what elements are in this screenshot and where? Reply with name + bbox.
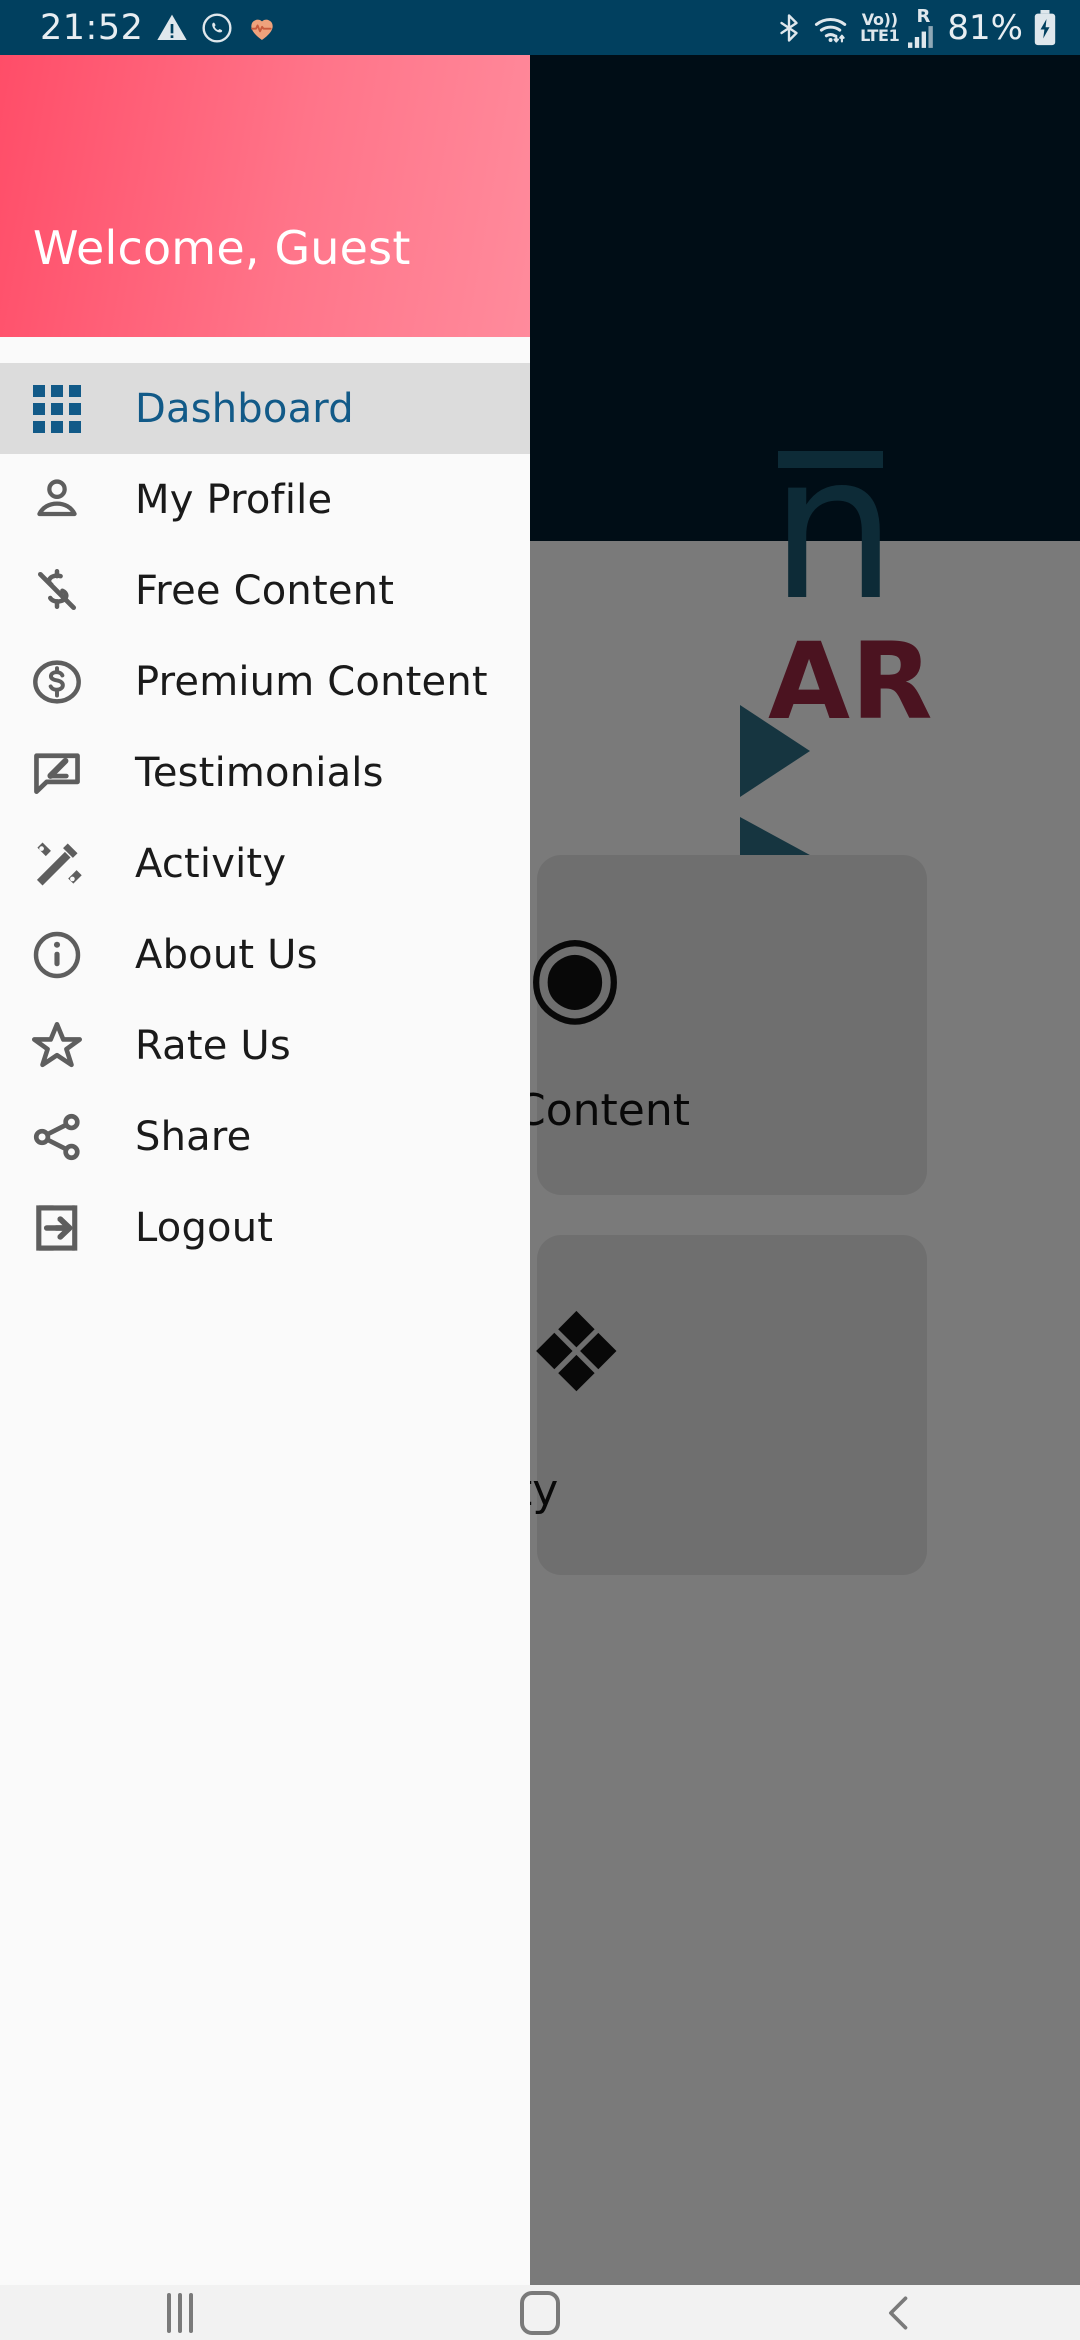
menu-item-label: Premium Content [135,658,488,705]
volte-icon: Vo)) LTE1 [860,11,900,45]
money-off-icon [27,561,87,621]
menu-item-premium-content[interactable]: Premium Content [0,636,530,727]
recent-apps-button[interactable] [0,2285,360,2340]
menu-item-label: Activity [135,840,287,887]
back-button[interactable] [720,2285,1080,2340]
menu-item-share[interactable]: Share [0,1091,530,1182]
menu-item-testimonials[interactable]: Testimonials [0,727,530,818]
battery-percent-label: 81% [947,7,1023,48]
wifi-icon [815,17,847,43]
menu-item-dashboard[interactable]: Dashboard [0,363,530,454]
back-chevron-icon [889,2296,908,2329]
menu-item-my-profile[interactable]: My Profile [0,454,530,545]
drawer-menu: Dashboard My Profile Free Content Premiu… [0,337,530,1273]
navigation-drawer: Welcome, Guest Dashboard My Profile Free… [0,55,530,2285]
menu-item-label: Logout [135,1204,274,1251]
dollar-circle-icon [27,652,87,712]
star-outline-icon [27,1016,87,1076]
signal-bars-icon [908,25,934,48]
system-navigation-bar [0,2285,1080,2340]
status-bar: 21:52 Vo)) LTE1 R 81% [0,0,1080,55]
menu-item-about-us[interactable]: About Us [0,909,530,1000]
status-bar-clock: 21:52 [40,7,144,48]
warning-triangle-icon [157,14,188,40]
heart-pulse-icon [251,19,274,40]
menu-item-logout[interactable]: Logout [0,1182,530,1273]
menu-item-label: Free Content [135,567,395,614]
menu-item-label: About Us [135,931,318,978]
menu-item-label: Rate Us [135,1022,291,1069]
design-services-icon [27,834,87,894]
volte-label-bottom: LTE1 [860,25,900,45]
info-circle-icon [27,925,87,985]
grid-icon [27,379,87,439]
menu-item-label: Dashboard [135,385,354,432]
rate-review-icon [27,743,87,803]
menu-item-label: My Profile [135,476,333,523]
menu-item-free-content[interactable]: Free Content [0,545,530,636]
phone-screen: n AR ◉ Content ❖ ty 21:52 [0,0,1080,2340]
battery-charging-icon [1034,9,1056,45]
person-icon [27,470,87,530]
home-icon [520,2290,560,2335]
menu-item-label: Testimonials [135,749,384,796]
home-button[interactable] [360,2285,720,2340]
recent-apps-icon [167,2292,193,2333]
share-nodes-icon [27,1107,87,1167]
menu-item-label: Share [135,1113,252,1160]
menu-item-activity[interactable]: Activity [0,818,530,909]
logout-icon [27,1198,87,1258]
bluetooth-icon [780,13,798,42]
welcome-message: Welcome, Guest [33,221,411,275]
whatsapp-icon [202,12,232,43]
drawer-header: Welcome, Guest [0,55,530,337]
menu-item-rate-us[interactable]: Rate Us [0,1000,530,1091]
roaming-indicator: R [916,5,931,27]
